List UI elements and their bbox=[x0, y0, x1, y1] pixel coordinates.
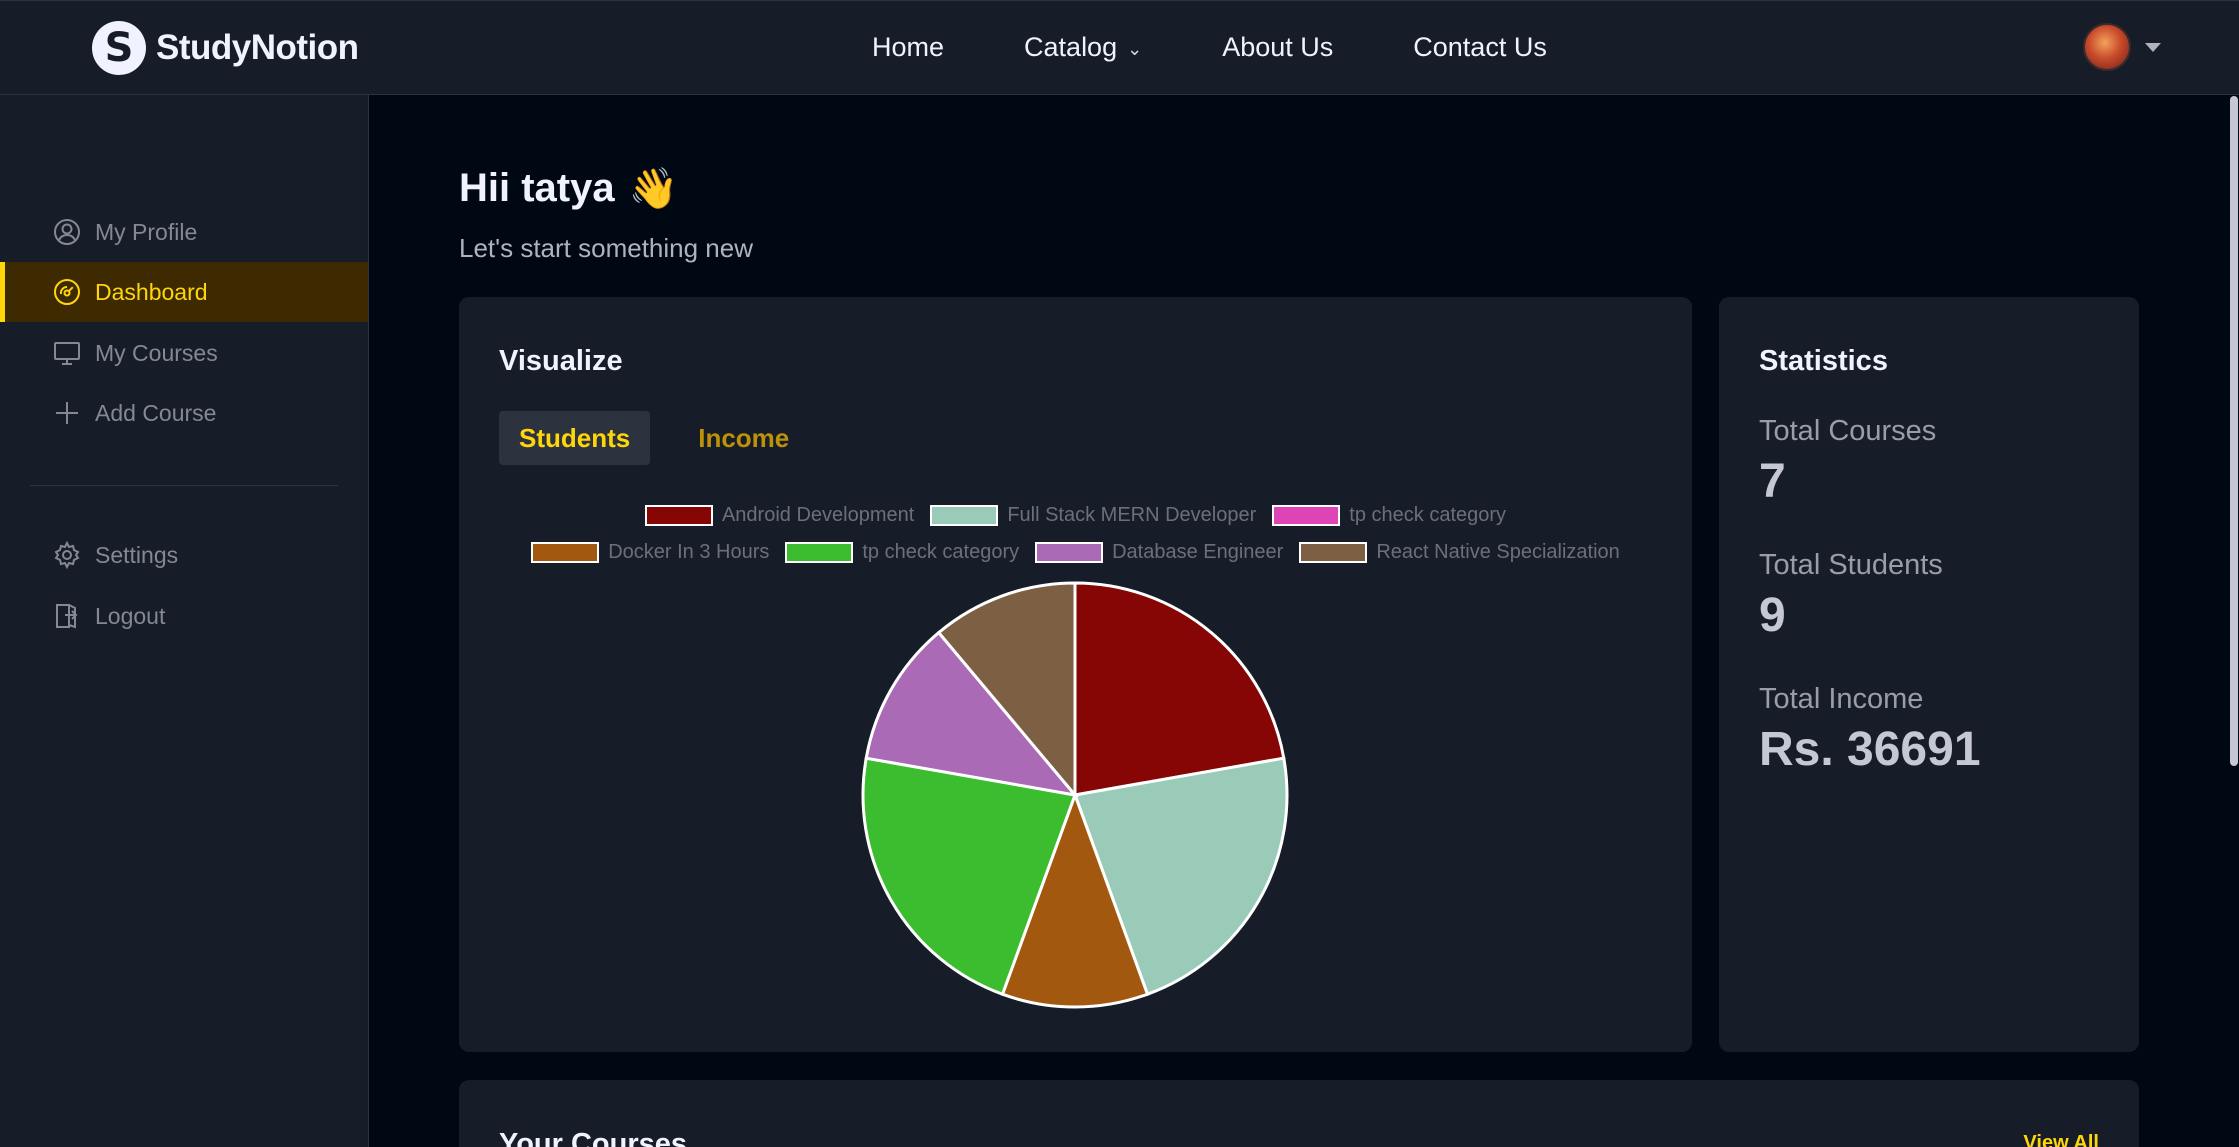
legend-row: Android Development Full Stack MERN Devel… bbox=[459, 497, 1692, 534]
legend-label: Full Stack MERN Developer bbox=[1007, 504, 1257, 526]
stat-total-students: Total Students 9 bbox=[1759, 549, 1943, 643]
page-title: Hii tatya 👋 bbox=[459, 165, 678, 212]
students-pie-chart bbox=[861, 581, 1289, 1009]
nav-contact-link[interactable]: Contact Us bbox=[1413, 32, 1547, 63]
stat-total-income: Total Income Rs. 36691 bbox=[1759, 683, 1981, 777]
visualize-title: Visualize bbox=[499, 345, 623, 377]
stat-label: Total Courses bbox=[1759, 415, 1937, 447]
top-navbar: S StudyNotion Home Catalog ⌄ About Us Co… bbox=[0, 0, 2239, 95]
gauge-icon bbox=[53, 278, 81, 306]
waving-hand-icon: 👋 bbox=[628, 167, 679, 211]
sidebar: My Profile Dashboard My Courses Add Cour… bbox=[0, 95, 369, 1147]
stat-value: 9 bbox=[1759, 589, 1786, 642]
legend-swatch bbox=[1035, 542, 1104, 563]
nav-home-link[interactable]: Home bbox=[872, 32, 944, 63]
sidebar-item-logout[interactable]: Logout bbox=[0, 586, 368, 646]
legend-swatch bbox=[785, 542, 854, 563]
legend-label: Android Development bbox=[721, 504, 915, 526]
chart-legend: Android Development Full Stack MERN Devel… bbox=[459, 497, 1692, 571]
sidebar-item-label: My Courses bbox=[95, 339, 218, 366]
legend-swatch bbox=[644, 505, 713, 526]
tab-income[interactable]: Income bbox=[678, 411, 809, 465]
legend-item[interactable]: tp check category bbox=[785, 541, 1019, 564]
plus-icon bbox=[53, 399, 81, 427]
visualize-tabs: Students Income bbox=[499, 411, 809, 465]
legend-row: Docker In 3 Hours tp check category Databa… bbox=[459, 534, 1692, 571]
stat-value: 7 bbox=[1759, 455, 1786, 508]
legend-item[interactable]: Android Development bbox=[644, 504, 915, 527]
caret-down-icon[interactable] bbox=[2145, 42, 2161, 52]
legend-label: tp check category bbox=[862, 541, 1020, 563]
chevron-down-icon: ⌄ bbox=[1127, 39, 1143, 60]
user-menu[interactable] bbox=[2083, 23, 2161, 71]
legend-item[interactable]: React Native Specialization bbox=[1299, 541, 1620, 564]
stat-total-courses: Total Courses 7 bbox=[1759, 415, 1936, 509]
user-circle-icon bbox=[53, 218, 81, 246]
legend-item[interactable]: tp check category bbox=[1272, 504, 1506, 527]
legend-label: tp check category bbox=[1349, 504, 1507, 526]
sidebar-item-label: Logout bbox=[95, 602, 166, 629]
sidebar-item-add-course[interactable]: Add Course bbox=[0, 383, 368, 443]
stat-label: Total Students bbox=[1759, 549, 1943, 581]
visualize-card: Visualize Students Income Android Develo… bbox=[459, 297, 1692, 1052]
statistics-title: Statistics bbox=[1759, 345, 1888, 377]
sidebar-divider bbox=[30, 485, 338, 486]
your-courses-title: Your Courses bbox=[499, 1128, 688, 1147]
legend-swatch bbox=[1272, 505, 1341, 526]
greeting-text: Hii tatya bbox=[459, 166, 615, 210]
stat-label: Total Income bbox=[1759, 683, 1924, 715]
page-subtitle: Let's start something new bbox=[459, 233, 753, 263]
stat-value: Rs. 36691 bbox=[1759, 723, 1981, 776]
sidebar-item-label: Dashboard bbox=[95, 278, 208, 305]
logo-text: StudyNotion bbox=[156, 28, 359, 67]
sidebar-item-label: Settings bbox=[95, 541, 179, 568]
logout-icon bbox=[53, 602, 81, 630]
sidebar-item-dashboard[interactable]: Dashboard bbox=[0, 262, 368, 322]
legend-label: Docker In 3 Hours bbox=[608, 541, 770, 563]
sidebar-item-my-profile[interactable]: My Profile bbox=[0, 202, 368, 262]
nav-catalog-label: Catalog bbox=[1024, 32, 1118, 62]
legend-item[interactable]: Docker In 3 Hours bbox=[531, 541, 769, 564]
studynotion-logo[interactable]: S StudyNotion bbox=[92, 21, 359, 75]
statistics-card: Statistics Total Courses 7 Total Student… bbox=[1719, 297, 2139, 1052]
legend-item[interactable]: Full Stack MERN Developer bbox=[930, 504, 1256, 527]
tab-students[interactable]: Students bbox=[499, 411, 651, 465]
gear-icon bbox=[53, 541, 81, 569]
legend-label: Database Engineer bbox=[1112, 541, 1284, 563]
legend-label: React Native Specialization bbox=[1376, 541, 1620, 563]
nav-links: Home Catalog ⌄ About Us Contact Us bbox=[872, 1, 1627, 94]
sidebar-item-label: Add Course bbox=[95, 399, 217, 426]
logo-mark-icon: S bbox=[92, 21, 146, 75]
legend-swatch bbox=[930, 505, 999, 526]
your-courses-card: Your Courses View All bbox=[459, 1080, 2139, 1147]
avatar[interactable] bbox=[2083, 23, 2131, 71]
sidebar-item-my-courses[interactable]: My Courses bbox=[0, 323, 368, 383]
legend-swatch bbox=[531, 542, 600, 563]
nav-about-link[interactable]: About Us bbox=[1222, 32, 1333, 63]
legend-item[interactable]: Database Engineer bbox=[1035, 541, 1283, 564]
monitor-icon bbox=[53, 339, 81, 367]
nav-catalog-link[interactable]: Catalog ⌄ bbox=[1024, 32, 1142, 63]
legend-swatch bbox=[1299, 542, 1368, 563]
scrollbar-thumb[interactable] bbox=[2230, 96, 2238, 766]
view-all-link[interactable]: View All bbox=[2023, 1132, 2099, 1147]
sidebar-item-settings[interactable]: Settings bbox=[0, 525, 368, 585]
sidebar-item-label: My Profile bbox=[95, 218, 198, 245]
